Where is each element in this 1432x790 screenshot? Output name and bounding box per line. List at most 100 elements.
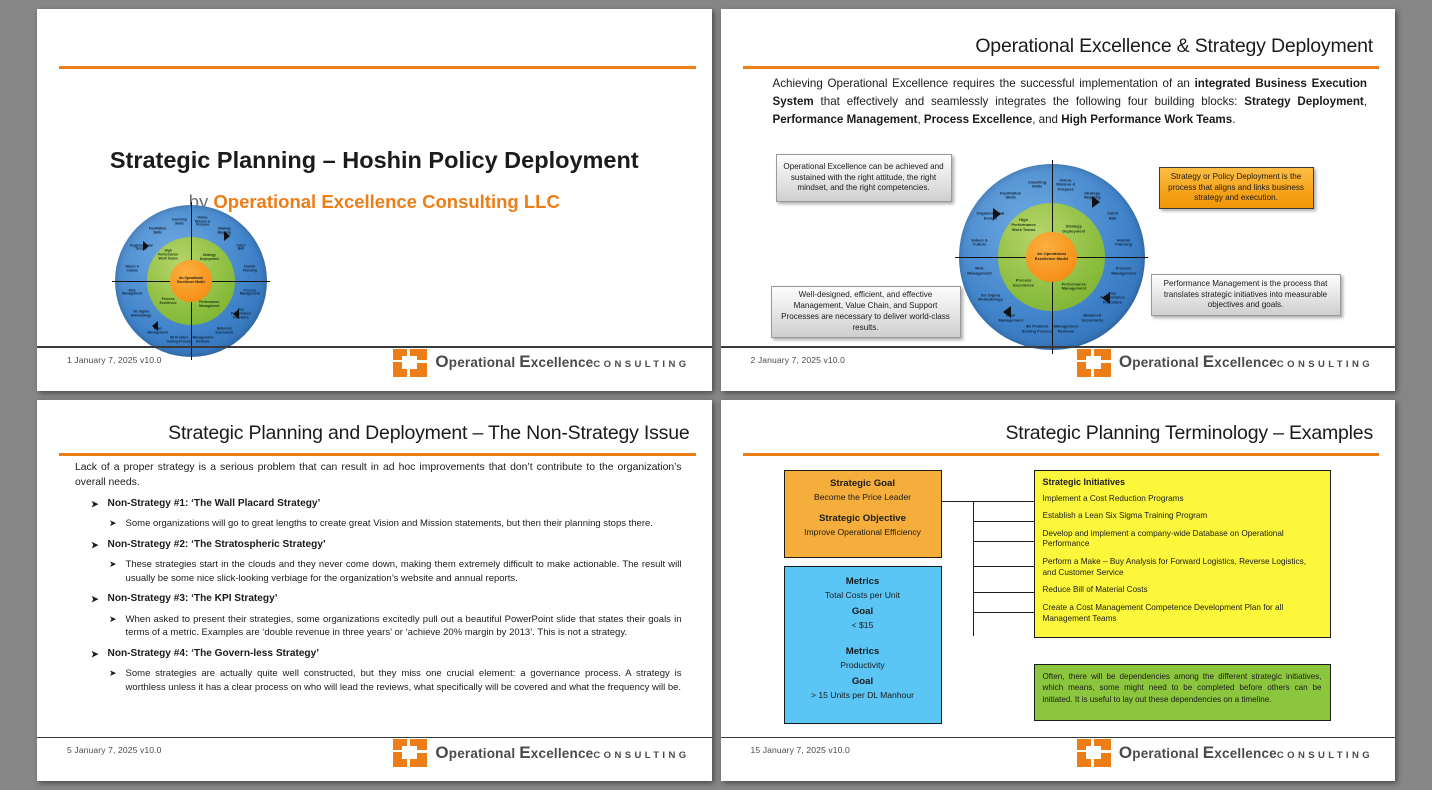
wheel-quadrant-label: Performance Management <box>199 300 220 309</box>
non-strategy-heading: ➤ Non-Strategy #4: ‘The Govern-less Strat… <box>75 648 682 662</box>
wheel-outer-label: Balanced Scorecards <box>1081 312 1104 323</box>
title-rule <box>742 452 1379 456</box>
metric-value: Total Costs per Unit <box>825 589 900 600</box>
goal-label: Strategic Goal <box>829 477 896 489</box>
non-strategy-detail: ➤ These strategies start in the clouds an… <box>75 558 682 585</box>
wheel-outer-label: Values & Culture <box>125 264 139 273</box>
slide-2-title: Operational Excellence & Strategy Deploy… <box>975 35 1373 57</box>
title-rule <box>59 66 696 69</box>
wheel-quadrant-label: Process Excellence <box>159 297 177 306</box>
wheel-flow-arrow-icon <box>992 208 1001 221</box>
non-strategy-detail-text: When asked to present their strategies, … <box>125 613 682 639</box>
wheel-outer-label: Vision, Mission & Purpose <box>1056 177 1076 192</box>
wheel-outer-label: 8D Problem Solving Process <box>1021 323 1053 334</box>
goal-label: Strategic Objective <box>819 512 906 524</box>
goal-value: Improve Operational Efficiency <box>804 526 921 537</box>
slide-1[interactable]: Strategic Planning – Hoshin Policy Deplo… <box>37 9 712 391</box>
arrow-bullet-icon: ➤ <box>109 518 117 529</box>
wheel-flow-arrow-icon <box>224 231 231 242</box>
logo-line-2: CONSULTING <box>1276 359 1373 371</box>
initiative-item: Create a Cost Management Competence Deve… <box>1042 603 1284 623</box>
slide-4-footer: 15 January 7, 2025 v10.0 <box>750 745 850 755</box>
connector-branch <box>972 540 1035 542</box>
wheel-outer-label: Hoshin Planning <box>1115 237 1132 247</box>
byline-company: Operational Excellence Consulting LLC <box>213 191 560 212</box>
wheel-flow-arrow-icon <box>1002 305 1011 318</box>
wheel-outer-label: Catch Ball <box>1107 210 1119 221</box>
non-strategy-detail-text: These strategies start in the clouds and… <box>125 559 682 584</box>
logo-line-2: CONSULTING <box>593 749 690 761</box>
non-strategy-detail-text: Some strategies are actually quite well … <box>125 668 682 693</box>
wheel-quadrant-label: High Performance Work Teams <box>1011 217 1036 232</box>
opex-model-wheel: Vision, Mission & Purpose Strategy Mappin… <box>111 201 271 361</box>
company-logo: Operational ExcellenceCONSULTING <box>393 739 689 767</box>
metric-label: Goal <box>851 605 874 617</box>
body-text: . <box>1232 112 1236 126</box>
non-strategy-detail: ➤ When asked to present their strategies,… <box>75 613 682 640</box>
wheel-outer-label: Coaching Skills <box>1028 179 1047 189</box>
slide-2-footer: 2 January 7, 2025 v10.0 <box>750 354 846 365</box>
body-text: , <box>1363 94 1368 108</box>
wheel-outer-label: Process Management <box>1111 265 1136 276</box>
initiative-item: Reduce Bill of Material Costs <box>1042 585 1148 595</box>
wheel-flow-arrow-icon <box>143 241 150 252</box>
wheel-flow-arrow-icon <box>1092 196 1101 209</box>
metric-value: Productivity <box>840 659 885 670</box>
slide-4[interactable]: Strategic Planning Terminology – Example… <box>720 399 1395 781</box>
non-strategy-detail-text: Some organizations will go to great leng… <box>125 518 653 530</box>
wheel-outer-label: Risk Management <box>122 288 143 296</box>
wheel-outer-label: Catch Ball <box>236 242 246 251</box>
non-strategy-heading: ➤ Non-Strategy #2: ‘The Stratospheric Str… <box>75 539 682 553</box>
slide-1-footer: 1 January 7, 2025 v10.0 <box>67 354 162 365</box>
emphasis: Strategy Deployment <box>1244 94 1364 108</box>
strategic-initiatives-box: Strategic Initiatives Implement a Cost Re… <box>1033 469 1331 638</box>
initiatives-header: Strategic Initiatives <box>1042 476 1126 487</box>
strategic-goal-box: Strategic Goal Become the Price Leader Str… <box>783 469 942 558</box>
non-strategy-detail: ➤ Some organizations will go to great len… <box>75 517 682 531</box>
arrow-bullet-icon: ➤ <box>109 668 117 679</box>
wheel-quadrant-label: High Performance Work Teams <box>158 248 179 261</box>
wheel-core-label: An Operational Excellence Model <box>170 260 212 302</box>
wheel-outer-label: Six Sigma Methodology <box>977 292 1003 302</box>
connector-branch <box>972 520 1035 522</box>
company-logo: Operational ExcellenceCONSULTING <box>393 348 689 377</box>
metric-value: < $15 <box>851 619 874 630</box>
initiative-item: Implement a Cost Reduction Programs <box>1042 493 1184 503</box>
slide-1-byline: by Operational Excellence Consulting LLC <box>37 191 712 213</box>
slide-2[interactable]: Operational Excellence & Strategy Deploy… <box>720 9 1395 391</box>
callout-performance-management: Performance Management is the process th… <box>1150 274 1341 316</box>
callout-strategy-deployment: Strategy or Policy Deployment is the pro… <box>1158 167 1314 209</box>
footer-rule <box>37 346 712 348</box>
non-strategy-list: ➤ Non-Strategy #1: ‘The Wall Placard Stra… <box>75 498 682 694</box>
logo-line-1: Operational Excellence <box>1118 742 1277 762</box>
arrow-bullet-icon: ➤ <box>109 613 117 624</box>
callout-operational-excellence: Operational Excellence can be achieved a… <box>775 154 952 202</box>
non-strategy-heading: ➤ Non-Strategy #1: ‘The Wall Placard Stra… <box>75 498 682 512</box>
wheel-core-label: An Operational Excellence Model <box>1026 231 1077 283</box>
slide-3[interactable]: Strategic Planning and Deployment – The … <box>37 399 712 781</box>
wheel-quadrant-label: Strategy Deployment <box>1062 223 1086 234</box>
emphasis: Performance Management <box>772 112 918 126</box>
connector-branch <box>972 611 1035 613</box>
wheel-outer-label: Process Management <box>239 288 260 296</box>
wheel-outer-label: Coaching Skills <box>171 217 187 226</box>
goal-value: Become the Price Leader <box>814 491 911 502</box>
non-strategy-heading-text: Non-Strategy #2: ‘The Stratospheric Stra… <box>107 538 326 550</box>
body-text: Achieving Operational Excellence require… <box>772 77 1195 90</box>
metrics-box: Metrics Total Costs per Unit Goal < $15 Metr… <box>783 565 942 724</box>
slide-3-title: Strategic Planning and Deployment – The … <box>168 421 690 444</box>
wheel-flow-arrow-icon <box>232 309 239 320</box>
wheel-outer-label: Facilitation Skills <box>1000 190 1022 200</box>
slide-3-lead-text: Lack of a proper strategy is a serious p… <box>75 461 682 488</box>
wheel-quadrant-label: Process Excellence <box>1013 277 1034 288</box>
wheel-outer-label: Management Reviews <box>192 335 213 343</box>
connector-branch <box>972 565 1035 567</box>
company-logo: Operational ExcellenceCONSULTING <box>1076 348 1373 377</box>
arrow-bullet-icon: ➤ <box>91 498 99 509</box>
logo-line-1: Operational Excellence <box>435 742 594 762</box>
title-rule <box>742 66 1379 69</box>
footer-rule <box>37 736 712 738</box>
non-strategy-heading-text: Non-Strategy #1: ‘The Wall Placard Strat… <box>107 497 321 509</box>
dependencies-note-box: Often, there will be dependencies among … <box>1033 663 1331 721</box>
emphasis: Process Excellence <box>923 112 1033 126</box>
